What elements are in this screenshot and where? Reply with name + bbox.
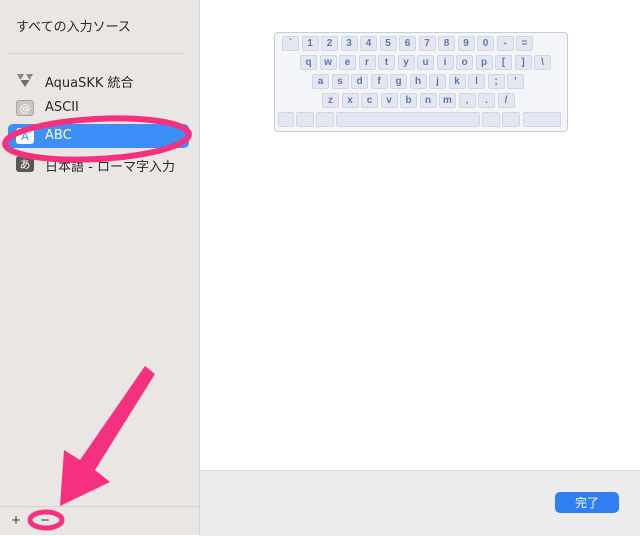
keyboard-key: l	[468, 74, 485, 89]
keyboard-key: r	[358, 55, 376, 70]
source-item-label: ASCII	[45, 100, 79, 115]
keyboard-key	[336, 112, 480, 127]
keyboard-key	[523, 112, 561, 127]
input-sources-dialog: すべての入力ソース AquaSKK 統合 @ ASCII A ABC あ 日本語…	[0, 0, 640, 536]
at-icon: @	[16, 100, 34, 116]
keyboard-key: 4	[360, 36, 377, 51]
keyboard-key	[502, 112, 520, 127]
keyboard-key: 0	[477, 36, 494, 51]
keyboard-layout-preview: ` 1 2 3 4 5 6 7 8 9 0- = q w e r t y u i o p[] \ a s d f g h j k l; ' z x c…	[274, 32, 568, 132]
keyboard-key: c	[361, 93, 378, 108]
keyboard-key: 9	[457, 36, 475, 51]
keyboard-key: /	[497, 93, 515, 108]
source-item-label: 日本語 - ローマ字入力	[45, 160, 175, 175]
keyboard-key: `	[282, 36, 299, 51]
keyboard-key: n	[419, 93, 437, 108]
keyboard-key: '	[507, 74, 524, 89]
add-button[interactable]: +	[7, 510, 25, 530]
source-item-abc[interactable]: A ABC	[8, 124, 189, 148]
a-icon: A	[16, 128, 34, 144]
keyboard-key	[296, 112, 314, 127]
keyboard-key: h	[409, 74, 427, 89]
source-item-label: ABC	[45, 128, 72, 143]
keyboard-key: 6	[399, 36, 416, 51]
keyboard-key: [	[495, 55, 512, 70]
keyboard-key: k	[448, 74, 466, 89]
keyboard-key: ]	[514, 55, 532, 70]
sidebar-bottom-divider	[0, 506, 199, 507]
remove-button[interactable]: −	[36, 510, 54, 530]
keyboard-key: p	[475, 55, 493, 70]
keyboard-key: .	[478, 93, 495, 108]
keyboard-key: ;	[487, 74, 505, 89]
keyboard-key: u	[417, 55, 434, 70]
keyboard-key: 7	[418, 36, 436, 51]
keyboard-key	[278, 112, 294, 127]
keyboard-key: g	[390, 74, 407, 89]
source-item-japanese-romaji[interactable]: あ 日本語 - ローマ字入力	[8, 152, 189, 176]
keyboard-key: s	[331, 74, 349, 89]
keyboard-key: b	[400, 93, 417, 108]
keyboard-key: 3	[340, 36, 358, 51]
aquaskk-icon	[16, 72, 34, 88]
keyboard-key: y	[397, 55, 415, 70]
keyboard-key: o	[456, 55, 473, 70]
keyboard-key: t	[378, 55, 395, 70]
keyboard-key: x	[341, 93, 359, 108]
kana-icon: あ	[16, 156, 34, 172]
sidebar-divider	[8, 53, 183, 54]
keyboard-key: \	[534, 55, 551, 70]
source-item-aquaskk[interactable]: AquaSKK 統合	[8, 68, 189, 92]
keyboard-key: m	[439, 93, 456, 108]
keyboard-key: =	[516, 36, 533, 51]
keyboard-key: a	[312, 74, 329, 89]
keyboard-key	[316, 112, 334, 127]
done-button[interactable]: 完了	[555, 492, 619, 513]
keyboard-key: f	[370, 74, 388, 89]
keyboard-key: z	[322, 93, 339, 108]
keyboard-key: ,	[458, 93, 476, 108]
input-source-sidebar: すべての入力ソース AquaSKK 統合 @ ASCII A ABC あ 日本語…	[0, 0, 200, 535]
keyboard-key: d	[351, 74, 368, 89]
keyboard-key: v	[380, 93, 398, 108]
keyboard-key: e	[339, 55, 356, 70]
keyboard-key: q	[300, 55, 317, 70]
source-item-label: AquaSKK 統合	[45, 76, 134, 91]
keyboard-key: 5	[379, 36, 397, 51]
keyboard-key	[482, 112, 500, 127]
keyboard-key: i	[436, 55, 454, 70]
sidebar-title: すべての入力ソース	[16, 20, 131, 35]
source-item-ascii[interactable]: @ ASCII	[8, 96, 189, 120]
keyboard-key: j	[429, 74, 446, 89]
keyboard-key: 8	[438, 36, 455, 51]
keyboard-key: w	[319, 55, 337, 70]
keyboard-key: 2	[321, 36, 338, 51]
keyboard-key: -	[496, 36, 514, 51]
keyboard-key: 1	[301, 36, 319, 51]
